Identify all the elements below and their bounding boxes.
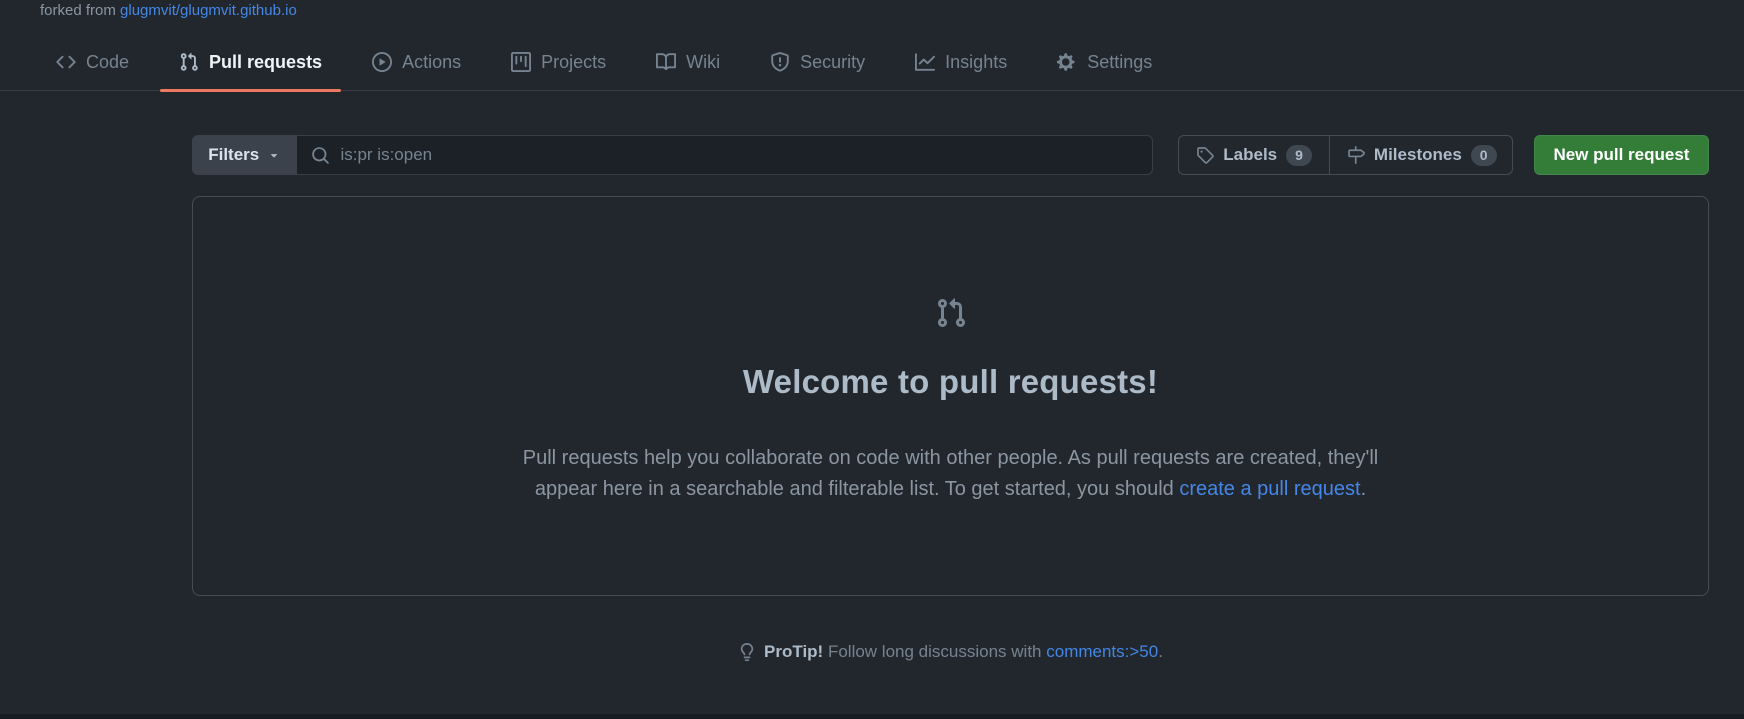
milestones-button[interactable]: Milestones 0 (1329, 136, 1513, 174)
filter-row: Filters Labels 9 Milestones 0 New pull r… (192, 135, 1709, 175)
tag-icon (1196, 146, 1214, 164)
blankslate-title: Welcome to pull requests! (193, 363, 1708, 401)
tab-actions[interactable]: Actions (352, 34, 481, 90)
graph-icon (915, 52, 935, 72)
tab-label: Pull requests (209, 53, 322, 71)
pr-search-input[interactable] (340, 145, 1138, 165)
book-icon (656, 52, 676, 72)
tab-insights[interactable]: Insights (895, 34, 1027, 90)
search-box (297, 135, 1153, 175)
protip-suffix: . (1158, 642, 1163, 661)
create-pull-request-link[interactable]: create a pull request (1179, 478, 1360, 500)
labels-button[interactable]: Labels 9 (1179, 136, 1329, 174)
gear-icon (1057, 52, 1077, 72)
milestone-icon (1347, 146, 1365, 164)
bottom-strip (0, 714, 1744, 719)
labels-milestones-group: Labels 9 Milestones 0 (1178, 135, 1513, 175)
fork-line-prefix: forked from (40, 2, 116, 19)
protip-bold: ProTip! (764, 642, 823, 661)
tab-pull-requests[interactable]: Pull requests (159, 34, 342, 90)
tab-label: Security (800, 53, 865, 71)
chevron-down-icon (267, 148, 281, 162)
new-pull-request-label: New pull request (1553, 145, 1689, 165)
milestones-button-label: Milestones (1374, 145, 1462, 165)
repo-nav: Code Pull requests Actions Projects Wiki… (0, 34, 1744, 91)
shield-icon (770, 52, 790, 72)
search-icon (311, 146, 330, 165)
blankslate-body-line2: appear here in a searchable and filterab… (436, 474, 1466, 505)
blankslate-body: Pull requests help you collaborate on co… (436, 443, 1466, 505)
blankslate-body-line2-text: appear here in a searchable and filterab… (535, 478, 1179, 500)
labels-button-label: Labels (1223, 145, 1277, 165)
protip: ProTip! Follow long discussions with com… (192, 642, 1709, 662)
new-pull-request-button[interactable]: New pull request (1534, 135, 1709, 175)
pull-requests-blankslate-panel: Welcome to pull requests! Pull requests … (192, 196, 1709, 596)
filters-button-label: Filters (208, 145, 259, 165)
git-pull-request-large-icon (935, 297, 967, 329)
tab-security[interactable]: Security (750, 34, 885, 90)
tab-projects[interactable]: Projects (491, 34, 626, 90)
tab-label: Insights (945, 53, 1007, 71)
blankslate-body-line2-period: . (1361, 478, 1367, 500)
fork-source-link[interactable]: glugmvit/glugmvit.github.io (120, 2, 297, 19)
fork-line: forked from glugmvit/glugmvit.github.io (40, 1, 297, 20)
light-bulb-icon (738, 643, 756, 661)
milestones-count-badge: 0 (1471, 145, 1497, 166)
blankslate-body-line1: Pull requests help you collaborate on co… (436, 443, 1466, 474)
project-icon (511, 52, 531, 72)
tab-label: Actions (402, 53, 461, 71)
tab-code[interactable]: Code (36, 34, 149, 90)
tab-label: Wiki (686, 53, 720, 71)
tab-label: Projects (541, 53, 606, 71)
filters-dropdown-button[interactable]: Filters (192, 135, 297, 175)
tab-label: Settings (1087, 53, 1152, 71)
tab-wiki[interactable]: Wiki (636, 34, 740, 90)
code-icon (56, 52, 76, 72)
tab-label: Code (86, 53, 129, 71)
git-pull-request-icon (179, 52, 199, 72)
play-icon (372, 52, 392, 72)
protip-text: ProTip! Follow long discussions with com… (764, 642, 1163, 662)
labels-count-badge: 9 (1286, 145, 1312, 166)
tab-settings[interactable]: Settings (1037, 34, 1172, 90)
protip-link[interactable]: comments:>50 (1046, 642, 1158, 661)
protip-body: Follow long discussions with (828, 642, 1042, 661)
